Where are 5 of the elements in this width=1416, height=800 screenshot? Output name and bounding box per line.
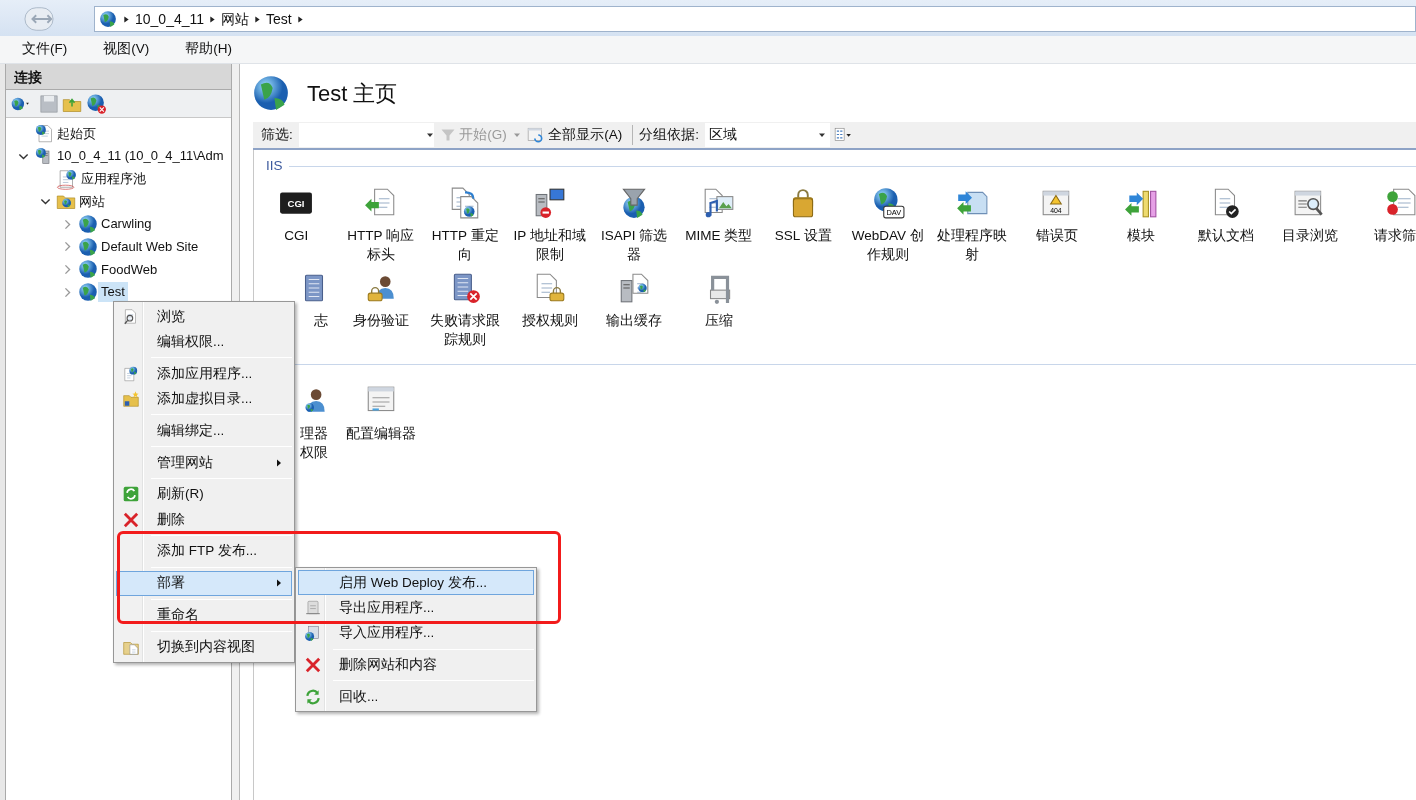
panel-title: 连接 xyxy=(6,64,231,90)
page-title: Test 主页 xyxy=(307,79,398,108)
filter-label: 筛选: xyxy=(260,125,294,144)
group-by-label: 分组依据: xyxy=(638,125,701,144)
group-title: IIS xyxy=(266,156,283,175)
